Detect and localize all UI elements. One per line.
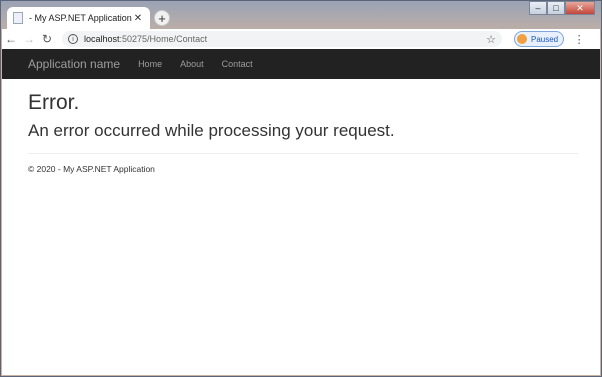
url-host: localhost xyxy=(84,34,120,44)
page-icon xyxy=(13,12,23,24)
divider xyxy=(28,153,578,154)
bookmark-star-icon[interactable]: ☆ xyxy=(486,33,496,46)
browser-window: - My ASP.NET Application ✕ + – □ ✕ ← → ↻… xyxy=(0,0,602,377)
minimize-button[interactable]: – xyxy=(529,1,547,15)
profile-status: Paused xyxy=(531,34,559,44)
reload-icon[interactable]: ↻ xyxy=(38,32,56,46)
site-navbar: Application name Home About Contact xyxy=(2,49,600,79)
nav-contact[interactable]: Contact xyxy=(222,59,253,69)
profile-button[interactable]: Paused xyxy=(514,31,565,47)
url-path: :50275/Home/Contact xyxy=(119,34,208,44)
nav-about[interactable]: About xyxy=(180,59,204,69)
back-arrow-icon[interactable]: ← xyxy=(2,32,20,46)
error-message: An error occurred while processing your … xyxy=(28,121,395,140)
nav-home[interactable]: Home xyxy=(138,59,162,69)
tab-title: - My ASP.NET Application xyxy=(29,13,132,23)
menu-kebab-icon[interactable]: ⋮ xyxy=(570,33,588,46)
page-content: Error. An error occurred while processin… xyxy=(2,91,600,174)
tab-strip: - My ASP.NET Application ✕ + – □ ✕ xyxy=(1,1,601,29)
site-info-icon[interactable]: i xyxy=(68,34,78,44)
page-viewport: Application name Home About Contact Erro… xyxy=(2,49,600,375)
tab-close-icon[interactable]: ✕ xyxy=(132,13,144,24)
maximize-button[interactable]: □ xyxy=(547,1,565,15)
address-bar[interactable]: i localhost:50275/Home/Contact ☆ xyxy=(62,31,502,47)
close-window-button[interactable]: ✕ xyxy=(565,1,595,15)
browser-tab[interactable]: - My ASP.NET Application ✕ xyxy=(7,7,150,29)
error-title: Error. xyxy=(28,91,80,114)
window-controls: – □ ✕ xyxy=(529,1,595,15)
footer-text: © 2020 - My ASP.NET Application xyxy=(28,164,155,174)
avatar-icon xyxy=(517,34,527,44)
forward-arrow-icon[interactable]: → xyxy=(20,32,38,46)
url-text: localhost:50275/Home/Contact xyxy=(84,34,207,44)
browser-toolbar: ← → ↻ i localhost:50275/Home/Contact ☆ P… xyxy=(2,29,600,49)
new-tab-button[interactable]: + xyxy=(154,10,170,26)
brand-link[interactable]: Application name xyxy=(28,57,120,71)
